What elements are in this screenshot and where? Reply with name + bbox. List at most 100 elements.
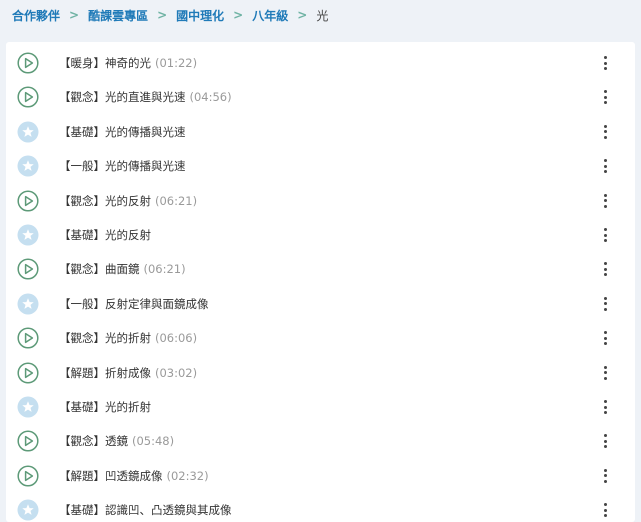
item-title[interactable]: 【解題】凹透鏡成像 (02:32) bbox=[59, 468, 209, 484]
breadcrumb-item[interactable]: 酷課雲專區 bbox=[88, 7, 148, 24]
item-title[interactable]: 【基礎】光的傳播與光速 bbox=[59, 124, 186, 140]
breadcrumb-item: 光 bbox=[316, 8, 329, 23]
more-options-icon[interactable] bbox=[602, 365, 608, 380]
play-icon bbox=[17, 52, 39, 74]
item-title[interactable]: 【觀念】光的折射 (06:06) bbox=[59, 330, 197, 346]
item-tag: 【觀念】 bbox=[59, 193, 105, 208]
item-duration: (02:32) bbox=[166, 468, 209, 483]
chevron-right-icon: > bbox=[69, 8, 80, 22]
item-duration: (06:21) bbox=[143, 262, 186, 277]
list-item[interactable]: 【觀念】曲面鏡 (06:21) bbox=[6, 252, 635, 286]
breadcrumb-item[interactable]: 合作夥伴 bbox=[12, 7, 60, 24]
star-icon bbox=[17, 155, 39, 177]
play-icon bbox=[17, 362, 39, 384]
list-item[interactable]: 【暖身】神奇的光 (01:22) bbox=[6, 46, 635, 80]
item-tag: 【觀念】 bbox=[59, 331, 105, 346]
item-tag: 【觀念】 bbox=[59, 434, 105, 449]
item-name: 光的反射 bbox=[105, 228, 151, 242]
item-title[interactable]: 【觀念】光的反射 (06:21) bbox=[59, 193, 197, 209]
star-icon bbox=[17, 396, 39, 418]
more-options-icon[interactable] bbox=[602, 56, 608, 70]
more-options-icon[interactable] bbox=[602, 331, 608, 346]
item-tag: 【基礎】 bbox=[59, 124, 105, 139]
list-item[interactable]: 【基礎】光的反射 bbox=[6, 218, 635, 252]
more-options-icon[interactable] bbox=[602, 228, 608, 242]
item-tag: 【觀念】 bbox=[59, 90, 105, 105]
item-title[interactable]: 【觀念】曲面鏡 (06:21) bbox=[59, 261, 186, 277]
item-title[interactable]: 【解題】折射成像 (03:02) bbox=[59, 365, 197, 381]
play-icon bbox=[17, 327, 39, 349]
star-icon bbox=[17, 499, 39, 521]
item-tag: 【解題】 bbox=[59, 468, 105, 483]
star-icon bbox=[17, 224, 39, 246]
list-item[interactable]: 【解題】凹透鏡成像 (02:32) bbox=[6, 459, 635, 493]
item-tag: 【一般】 bbox=[59, 159, 105, 174]
play-icon bbox=[17, 430, 39, 452]
item-duration: (06:06) bbox=[155, 331, 198, 346]
item-name: 光的直進與光速 bbox=[105, 90, 186, 105]
item-title[interactable]: 【基礎】光的折射 bbox=[59, 399, 151, 415]
list-item[interactable]: 【基礎】認識凹、凸透鏡與其成像 bbox=[6, 493, 635, 522]
list-item[interactable]: 【觀念】光的直進與光速 (04:56) bbox=[6, 80, 635, 114]
item-tag: 【基礎】 bbox=[59, 503, 105, 518]
breadcrumb: 合作夥伴 > 酷課雲專區 > 國中理化 > 八年級 > 光 bbox=[0, 0, 641, 30]
breadcrumb-item[interactable]: 國中理化 bbox=[176, 7, 224, 24]
item-title[interactable]: 【觀念】透鏡 (05:48) bbox=[59, 433, 174, 449]
more-options-icon[interactable] bbox=[602, 400, 608, 414]
item-tag: 【一般】 bbox=[59, 296, 105, 311]
more-options-icon[interactable] bbox=[602, 124, 608, 139]
item-name: 光的反射 bbox=[105, 193, 151, 208]
list-item[interactable]: 【基礎】光的折射 bbox=[6, 390, 635, 424]
item-name: 折射成像 bbox=[105, 365, 151, 380]
more-options-icon[interactable] bbox=[602, 296, 608, 311]
list-item[interactable]: 【基礎】光的傳播與光速 bbox=[6, 115, 635, 149]
play-icon bbox=[17, 190, 39, 212]
item-name: 反射定律與面鏡成像 bbox=[105, 296, 209, 311]
chevron-right-icon: > bbox=[233, 8, 244, 22]
item-duration: (03:02) bbox=[155, 365, 198, 380]
item-tag: 【觀念】 bbox=[59, 262, 105, 277]
item-duration: (05:48) bbox=[132, 434, 175, 449]
item-name: 認識凹、凸透鏡與其成像 bbox=[105, 503, 232, 518]
list-item[interactable]: 【一般】反射定律與面鏡成像 bbox=[6, 287, 635, 321]
item-title[interactable]: 【觀念】光的直進與光速 (04:56) bbox=[59, 89, 232, 105]
item-tag: 【基礎】 bbox=[59, 228, 105, 242]
item-name: 光的折射 bbox=[105, 400, 151, 414]
more-options-icon[interactable] bbox=[602, 193, 608, 208]
item-name: 曲面鏡 bbox=[105, 262, 140, 277]
lesson-list: 【暖身】神奇的光 (01:22) 【觀念】光的直進與光速 (04:56) 【基礎】光的傳… bbox=[6, 42, 635, 522]
more-options-icon[interactable] bbox=[602, 262, 608, 277]
star-icon bbox=[17, 121, 39, 143]
item-tag: 【基礎】 bbox=[59, 400, 105, 414]
list-item[interactable]: 【觀念】光的折射 (06:06) bbox=[6, 321, 635, 355]
item-title[interactable]: 【一般】光的傳播與光速 bbox=[59, 158, 186, 174]
item-duration: (06:21) bbox=[155, 193, 198, 208]
more-options-icon[interactable] bbox=[602, 159, 608, 174]
play-icon bbox=[17, 86, 39, 108]
item-name: 凹透鏡成像 bbox=[105, 468, 163, 483]
list-item[interactable]: 【一般】光的傳播與光速 bbox=[6, 149, 635, 183]
item-name: 透鏡 bbox=[105, 434, 128, 449]
more-options-icon[interactable] bbox=[602, 90, 608, 105]
list-item[interactable]: 【觀念】透鏡 (05:48) bbox=[6, 424, 635, 458]
star-icon bbox=[17, 293, 39, 315]
item-title[interactable]: 【基礎】認識凹、凸透鏡與其成像 bbox=[59, 502, 232, 518]
item-name: 光的傳播與光速 bbox=[105, 124, 186, 139]
item-name: 神奇的光 bbox=[105, 56, 151, 70]
item-tag: 【暖身】 bbox=[59, 56, 105, 70]
list-item[interactable]: 【觀念】光的反射 (06:21) bbox=[6, 184, 635, 218]
more-options-icon[interactable] bbox=[602, 503, 608, 518]
list-item[interactable]: 【解題】折射成像 (03:02) bbox=[6, 356, 635, 390]
breadcrumb-item[interactable]: 八年級 bbox=[252, 7, 288, 24]
item-name: 光的折射 bbox=[105, 331, 151, 346]
item-name: 光的傳播與光速 bbox=[105, 159, 186, 174]
item-duration: (01:22) bbox=[155, 56, 198, 70]
play-icon bbox=[17, 465, 39, 487]
more-options-icon[interactable] bbox=[602, 434, 608, 449]
more-options-icon[interactable] bbox=[602, 468, 608, 483]
item-title[interactable]: 【基礎】光的反射 bbox=[59, 227, 151, 243]
item-title[interactable]: 【一般】反射定律與面鏡成像 bbox=[59, 296, 209, 312]
item-duration: (04:56) bbox=[189, 90, 232, 105]
item-title[interactable]: 【暖身】神奇的光 (01:22) bbox=[59, 55, 197, 71]
item-tag: 【解題】 bbox=[59, 365, 105, 380]
